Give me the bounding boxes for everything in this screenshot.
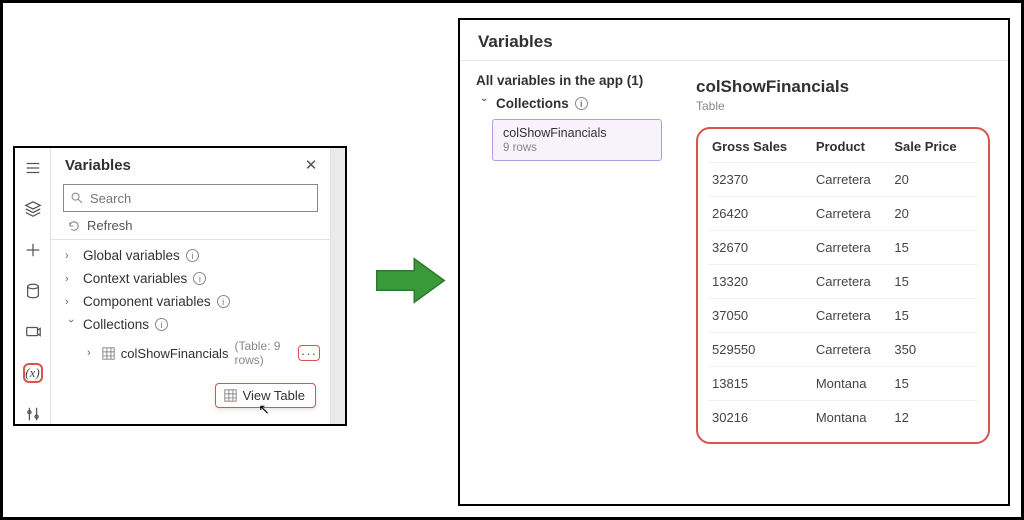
- table-row[interactable]: 26420Carretera20: [708, 197, 978, 231]
- variables-pane: Variables ✕ Refresh › Global variables i…: [51, 148, 331, 424]
- table-cell: Montana: [812, 367, 891, 401]
- selected-collection-rows: 9 rows: [503, 142, 651, 154]
- info-icon[interactable]: i: [217, 295, 230, 308]
- table-cell: 32370: [708, 163, 812, 197]
- table-cell: 37050: [708, 299, 812, 333]
- collections-group[interactable]: › Collections i: [476, 96, 676, 111]
- chevron-down-icon: ›: [65, 319, 77, 331]
- selected-collection-card[interactable]: colShowFinancials 9 rows: [492, 119, 662, 161]
- table-cell: 13320: [708, 265, 812, 299]
- table-cell: 12: [890, 401, 978, 435]
- table-row[interactable]: 13815Montana15: [708, 367, 978, 401]
- arrow-icon: [373, 253, 448, 308]
- variables-panel-compact: (x) Variables ✕ Refresh › Global variabl…: [13, 146, 347, 426]
- chevron-down-icon: ›: [478, 98, 490, 110]
- table-cell: 15: [890, 299, 978, 333]
- variables-title: Variables: [65, 157, 302, 174]
- table-cell: 529550: [708, 333, 812, 367]
- info-icon[interactable]: i: [155, 318, 168, 331]
- table-row[interactable]: 37050Carretera15: [708, 299, 978, 333]
- variables-tree: › Global variables i › Context variables…: [51, 240, 330, 374]
- col-header-gross-sales[interactable]: Gross Sales: [708, 133, 812, 163]
- tree-component-variables[interactable]: › Component variables i: [61, 290, 322, 313]
- table-cell: 20: [890, 163, 978, 197]
- table-cell: 350: [890, 333, 978, 367]
- left-rail: (x): [15, 148, 51, 424]
- info-icon[interactable]: i: [193, 272, 206, 285]
- chevron-right-icon: ›: [65, 250, 77, 262]
- table-row[interactable]: 30216Montana12: [708, 401, 978, 435]
- collection-item[interactable]: › colShowFinancials (Table: 9 rows) ···: [61, 336, 322, 370]
- table-row[interactable]: 32370Carretera20: [708, 163, 978, 197]
- search-input[interactable]: [90, 191, 311, 206]
- detail-subtitle: Table: [696, 99, 990, 113]
- table-cell: 30216: [708, 401, 812, 435]
- data-table-highlight: Gross Sales Product Sale Price 32370Carr…: [696, 127, 990, 444]
- chevron-right-icon: ›: [65, 296, 77, 308]
- data-table: Gross Sales Product Sale Price 32370Carr…: [708, 133, 978, 434]
- table-cell: 15: [890, 367, 978, 401]
- table-cell: 15: [890, 265, 978, 299]
- table-cell: Carretera: [812, 231, 891, 265]
- layers-icon[interactable]: [23, 199, 43, 219]
- more-dots-button[interactable]: ···: [298, 345, 320, 361]
- collection-row-meta: (Table: 9 rows): [234, 339, 292, 367]
- settings-sliders-icon[interactable]: [23, 404, 43, 424]
- plus-icon[interactable]: [23, 240, 43, 260]
- canvas-strip: [331, 148, 345, 424]
- hamburger-icon[interactable]: [23, 158, 43, 178]
- table-cell: Carretera: [812, 333, 891, 367]
- refresh-button[interactable]: Refresh: [51, 216, 330, 239]
- tree-context-variables[interactable]: › Context variables i: [61, 267, 322, 290]
- table-cell: 20: [890, 197, 978, 231]
- collection-detail-column: colShowFinancials Table Gross Sales Prod…: [690, 61, 1008, 504]
- data-icon[interactable]: [23, 281, 43, 301]
- tree-collections[interactable]: › Collections i: [61, 313, 322, 336]
- collection-name: colShowFinancials: [121, 346, 229, 361]
- variables-title: Variables: [460, 20, 1008, 56]
- table-cell: Montana: [812, 401, 891, 435]
- detail-title: colShowFinancials: [696, 77, 990, 97]
- table-row[interactable]: 32670Carretera15: [708, 231, 978, 265]
- table-grid-icon: [224, 389, 237, 402]
- selected-collection-name: colShowFinancials: [503, 126, 651, 140]
- table-cell: 32670: [708, 231, 812, 265]
- search-icon: [70, 191, 84, 205]
- chevron-right-icon: ›: [65, 273, 77, 285]
- view-table-label: View Table: [243, 388, 305, 403]
- table-cell: 26420: [708, 197, 812, 231]
- refresh-icon: [67, 219, 81, 233]
- chevron-right-icon: ›: [87, 347, 96, 359]
- info-icon[interactable]: i: [186, 249, 199, 262]
- all-variables-header: All variables in the app (1): [476, 73, 676, 88]
- refresh-label: Refresh: [87, 218, 133, 233]
- table-cell: 15: [890, 231, 978, 265]
- table-row[interactable]: 529550Carretera350: [708, 333, 978, 367]
- cursor-icon: ↖: [258, 401, 270, 418]
- table-cell: 13815: [708, 367, 812, 401]
- info-icon[interactable]: i: [575, 97, 588, 110]
- tree-global-variables[interactable]: › Global variables i: [61, 244, 322, 267]
- table-cell: Carretera: [812, 299, 891, 333]
- table-row[interactable]: 13320Carretera15: [708, 265, 978, 299]
- variables-panel-expanded: Variables All variables in the app (1) ›…: [458, 18, 1010, 506]
- table-cell: Carretera: [812, 197, 891, 231]
- table-cell: Carretera: [812, 163, 891, 197]
- col-header-product[interactable]: Product: [812, 133, 891, 163]
- close-icon[interactable]: ✕: [302, 156, 320, 174]
- col-header-sale-price[interactable]: Sale Price: [890, 133, 978, 163]
- variables-x-icon[interactable]: (x): [23, 363, 43, 383]
- media-icon[interactable]: [23, 322, 43, 342]
- search-input-wrapper[interactable]: [63, 184, 318, 212]
- table-cell: Carretera: [812, 265, 891, 299]
- table-grid-icon: [102, 347, 115, 360]
- variables-list-column: All variables in the app (1) › Collectio…: [460, 61, 690, 504]
